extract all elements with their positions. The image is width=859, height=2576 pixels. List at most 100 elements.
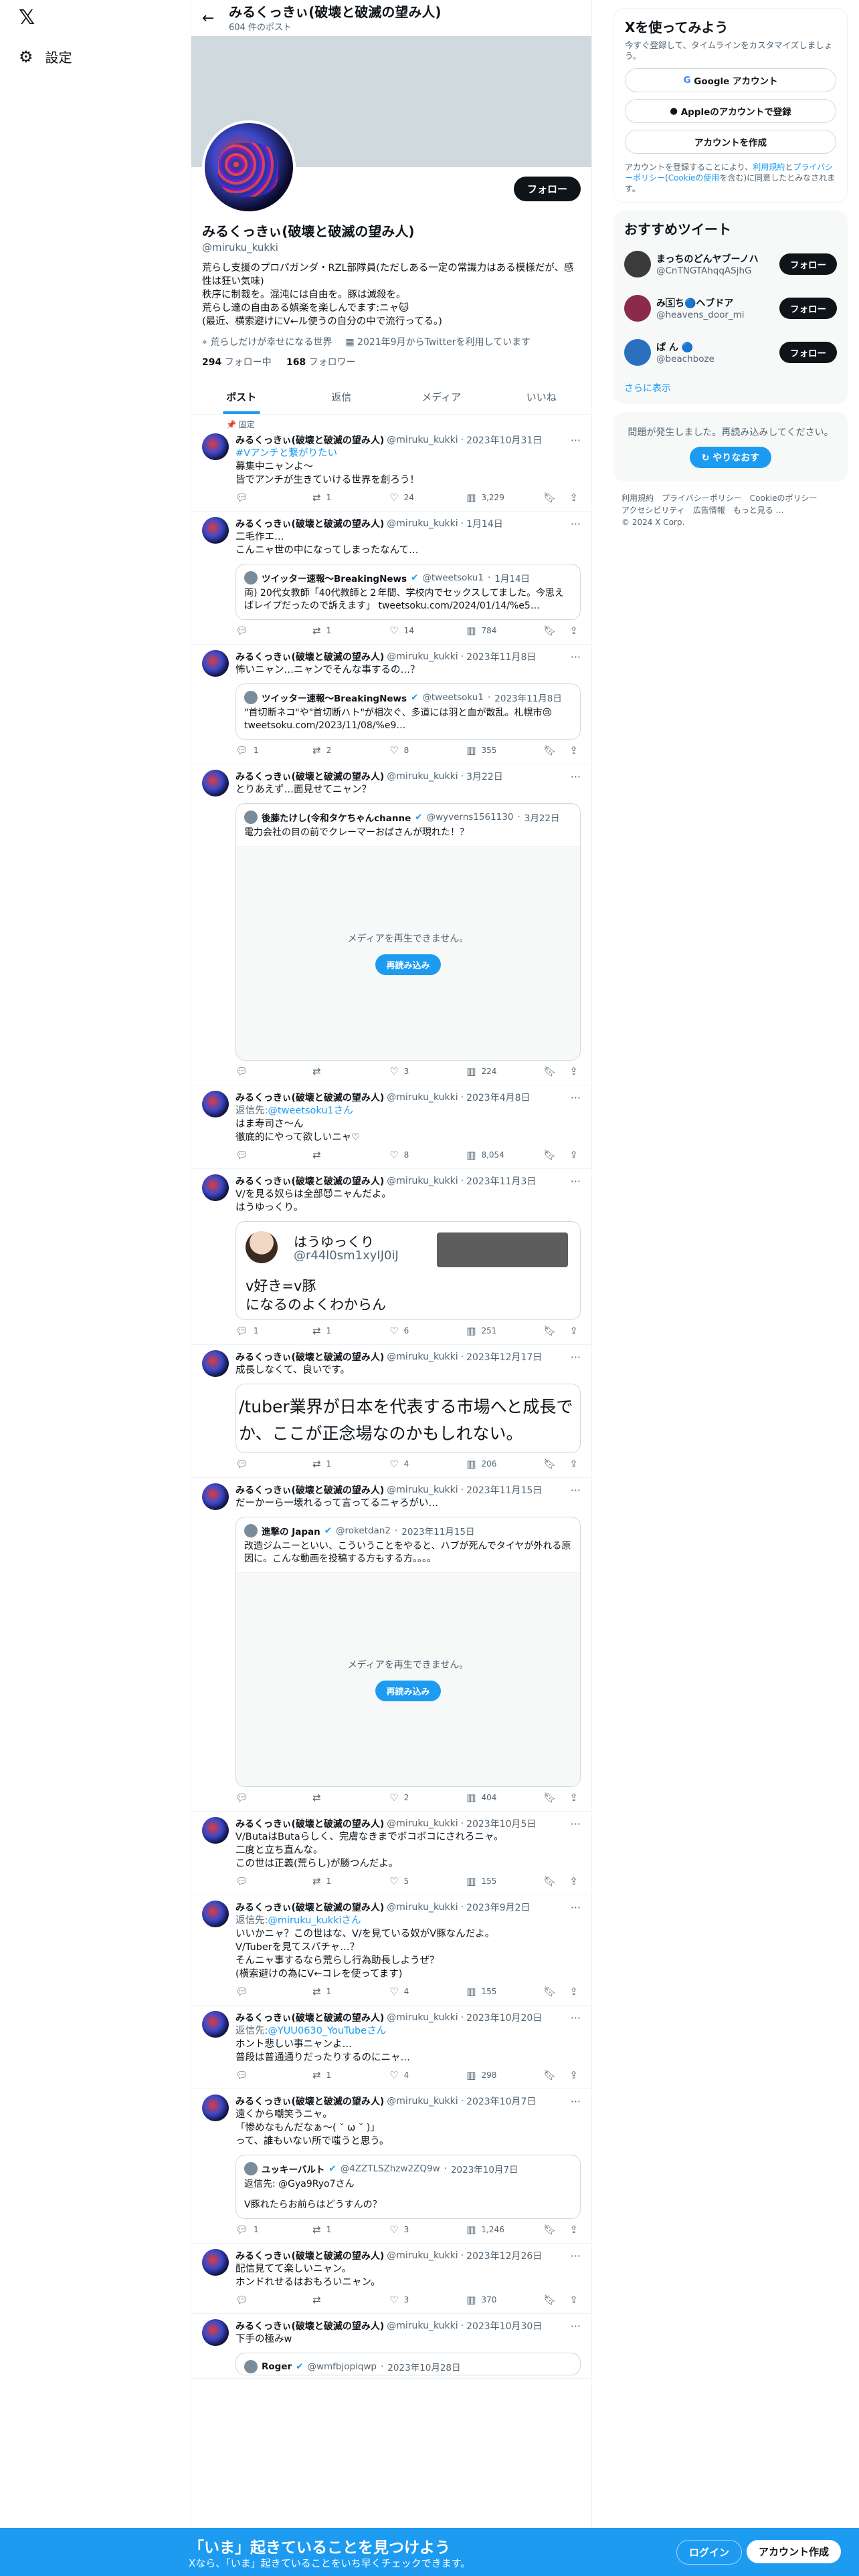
reply-button[interactable]: 💬︎	[235, 625, 296, 637]
retweet-button[interactable]: ⇄ 1	[312, 2224, 373, 2236]
tweet-avatar[interactable]	[202, 1483, 229, 1510]
retry-button[interactable]: ↻ やりなおす	[689, 447, 772, 468]
bookmark-icon[interactable]: 🔖︎	[543, 2069, 556, 2081]
tweet[interactable]: みるくっきぃ(破壊と破滅の望み人) @miruku_kukki · 1月14日 ··· 二…	[191, 512, 591, 645]
footer-link[interactable]: アクセシビリティ	[622, 504, 685, 516]
more-icon[interactable]: ···	[571, 1901, 581, 1914]
tweet-date[interactable]: 2023年9月2日	[466, 1901, 530, 1914]
tweet-author-name[interactable]: みるくっきぃ(破壊と破滅の望み人)	[235, 2249, 384, 2262]
views-button[interactable]: ▥ 1,246	[466, 2224, 527, 2236]
retweet-button[interactable]: ⇄	[312, 1792, 373, 1804]
reply-button[interactable]: 💬︎ 1	[235, 2224, 296, 2236]
reply-button[interactable]: 💬︎ 1	[235, 744, 296, 756]
tweet-avatar[interactable]	[202, 2319, 229, 2346]
like-button[interactable]: ♡ 8	[389, 1149, 450, 1161]
more-icon[interactable]: ···	[571, 1484, 581, 1497]
tweet[interactable]: みるくっきぃ(破壊と破滅の望み人) @miruku_kukki · 2023年10月5…	[191, 1812, 591, 1895]
tweet-author-name[interactable]: みるくっきぃ(破壊と破滅の望み人)	[235, 650, 384, 663]
views-button[interactable]: ▥ 3,229	[466, 492, 527, 504]
tweet[interactable]: みるくっきぃ(破壊と破滅の望み人) @miruku_kukki · 2023年10月2…	[191, 2006, 591, 2089]
footer-link[interactable]: © 2024 X Corp.	[622, 516, 684, 528]
recommended-name[interactable]: まっちのどんヤブーノハ	[656, 252, 759, 265]
signup-button[interactable]: アカウント作成	[747, 2540, 842, 2563]
recommended-follow-button[interactable]: フォロー	[779, 253, 837, 275]
bookmark-icon[interactable]: 🔖︎	[543, 492, 556, 504]
tweet-author-name[interactable]: みるくっきぃ(破壊と破滅の望み人)	[235, 1901, 384, 1914]
like-button[interactable]: ♡ 14	[389, 625, 450, 637]
like-button[interactable]: ♡ 24	[389, 492, 450, 504]
more-icon[interactable]: ···	[571, 1818, 581, 1830]
tweet-author-name[interactable]: みるくっきぃ(破壊と破滅の望み人)	[235, 1483, 384, 1497]
bookmark-icon[interactable]: 🔖︎	[543, 2294, 556, 2306]
footer-link[interactable]: 利用規約	[622, 492, 654, 504]
create-account-button[interactable]: アカウントを作成	[625, 130, 836, 154]
share-icon[interactable]: ⇪	[569, 2224, 578, 2236]
tweet-author-name[interactable]: みるくっきぃ(破壊と破滅の望み人)	[235, 2011, 384, 2024]
tweet-author-name[interactable]: みるくっきぃ(破壊と破滅の望み人)	[235, 2095, 384, 2108]
tweet-author-name[interactable]: みるくっきぃ(破壊と破滅の望み人)	[235, 517, 384, 530]
retweet-button[interactable]: ⇄ 1	[312, 1325, 373, 1337]
bookmark-icon[interactable]: 🔖︎	[543, 744, 556, 756]
bookmark-icon[interactable]: 🔖︎	[543, 1985, 556, 1998]
show-more-link[interactable]: さらに表示	[624, 374, 837, 396]
reply-button[interactable]: 💬︎	[235, 2294, 296, 2306]
views-button[interactable]: ▥ 298	[466, 2069, 527, 2081]
tab-likes[interactable]: いいね	[492, 379, 592, 414]
like-button[interactable]: ♡ 2	[389, 1792, 450, 1804]
bookmark-icon[interactable]: 🔖︎	[543, 2224, 556, 2236]
footer-link[interactable]: もっと見る …	[733, 504, 784, 516]
footer-link[interactable]: 広告情報	[693, 504, 725, 516]
back-arrow-icon[interactable]: ←	[202, 10, 229, 27]
reply-to-handle[interactable]: @tweetsoku1さん	[268, 1105, 353, 1116]
like-button[interactable]: ♡ 4	[389, 1458, 450, 1470]
quoted-tweet[interactable]: Roger ✔ @wmfbjopiqwp · 2023年10月28日	[235, 2353, 581, 2375]
quoted-tweet[interactable]: 後藤たけし(令和タケちゃんchanne ✔ @wyverns1561130 · 3月22…	[235, 803, 581, 1061]
more-icon[interactable]: ···	[571, 1351, 581, 1364]
like-button[interactable]: ♡ 4	[389, 1985, 450, 1998]
bookmark-icon[interactable]: 🔖︎	[543, 1325, 556, 1337]
share-icon[interactable]: ⇪	[569, 1065, 578, 1077]
tweet-date[interactable]: 2023年10月5日	[466, 1817, 536, 1830]
retweet-button[interactable]: ⇄	[312, 2294, 373, 2306]
tweet-author-name[interactable]: みるくっきぃ(破壊と破滅の望み人)	[235, 1350, 384, 1364]
bookmark-icon[interactable]: 🔖︎	[543, 1875, 556, 1887]
recommended-account[interactable]: ぱ ん 🔵 @beachboze フォロー	[624, 330, 837, 374]
bookmark-icon[interactable]: 🔖︎	[543, 1792, 556, 1804]
tweet-avatar[interactable]	[202, 433, 229, 460]
tweet-date[interactable]: 2023年10月30日	[466, 2319, 542, 2333]
more-icon[interactable]: ···	[571, 2250, 581, 2262]
retweet-button[interactable]: ⇄ 1	[312, 1985, 373, 1998]
tweet-author-name[interactable]: みるくっきぃ(破壊と破滅の望み人)	[235, 1091, 384, 1104]
retweet-button[interactable]: ⇄ 2	[312, 744, 373, 756]
tweet-avatar[interactable]	[202, 517, 229, 544]
footer-link[interactable]: プライバシーポリシー	[662, 492, 742, 504]
google-signup-button[interactable]: G Google アカウント	[625, 68, 836, 92]
tab-media[interactable]: メディア	[391, 379, 492, 414]
tweet-avatar[interactable]	[202, 1350, 229, 1377]
tweet[interactable]: みるくっきぃ(破壊と破滅の望み人) @miruku_kukki · 2023年4月8日…	[191, 1085, 591, 1169]
hashtag-link[interactable]: #Vアンチと繋がりたい	[235, 448, 337, 459]
tweet-avatar[interactable]	[202, 1091, 229, 1117]
more-icon[interactable]: ···	[571, 518, 581, 530]
retweet-button[interactable]: ⇄ 1	[312, 1875, 373, 1887]
tweet-date[interactable]: 2023年11月8日	[466, 650, 536, 663]
tweet-date[interactable]: 1月14日	[466, 517, 503, 530]
retweet-button[interactable]: ⇄	[312, 1149, 373, 1161]
views-button[interactable]: ▥ 355	[466, 744, 527, 756]
tweet-avatar[interactable]	[202, 650, 229, 677]
following-link[interactable]: 294 フォロー中	[202, 357, 272, 368]
bookmark-icon[interactable]: 🔖︎	[543, 1065, 556, 1077]
tweet-date[interactable]: 2023年12月26日	[466, 2249, 542, 2262]
more-icon[interactable]: ···	[571, 2320, 581, 2333]
tweet-author-name[interactable]: みるくっきぃ(破壊と破滅の望み人)	[235, 2319, 384, 2333]
share-icon[interactable]: ⇪	[569, 1325, 578, 1337]
login-button[interactable]: ログイン	[676, 2540, 743, 2565]
footer-link[interactable]: Cookieのポリシー	[750, 492, 818, 504]
cookie-link[interactable]: Cookieの使用	[668, 173, 720, 183]
tweet[interactable]: みるくっきぃ(破壊と破滅の望み人) @miruku_kukki · 2023年12月1…	[191, 1345, 591, 1478]
bookmark-icon[interactable]: 🔖︎	[543, 1458, 556, 1470]
views-button[interactable]: ▥ 224	[466, 1065, 527, 1077]
tab-posts[interactable]: ポスト	[191, 379, 292, 414]
views-button[interactable]: ▥ 404	[466, 1792, 527, 1804]
tweet-image[interactable]: はうゆっくり @r44l0sm1xyIJ0iJ v好き=v豚 になるのよくわからん	[235, 1221, 581, 1320]
